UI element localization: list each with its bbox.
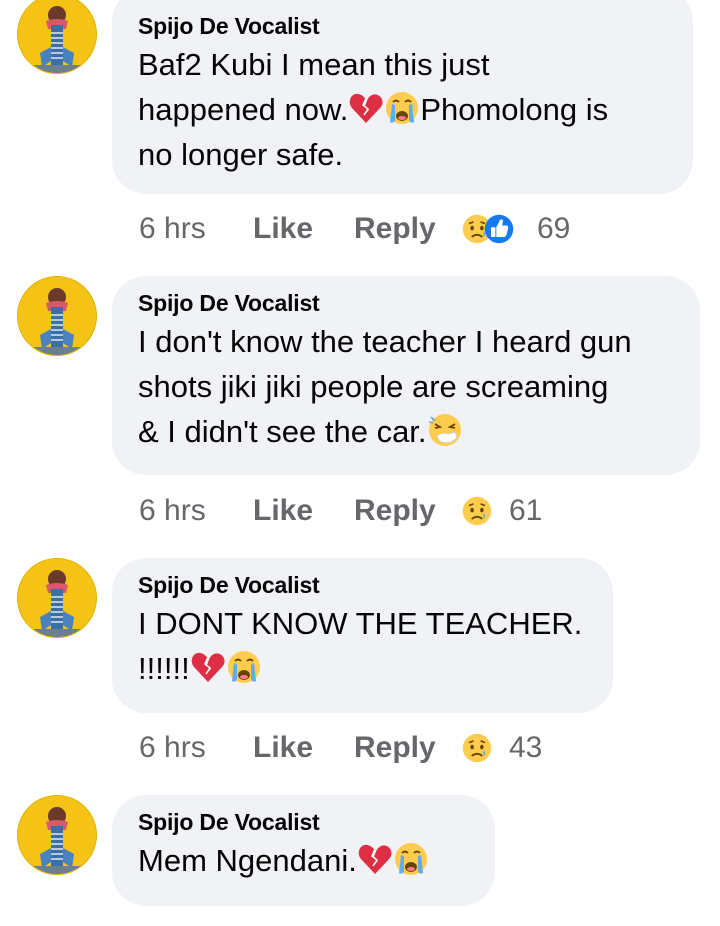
comment-author[interactable]: Spijo De Vocalist	[138, 808, 469, 836]
comment-text-line: Phomolong is	[420, 92, 609, 127]
comment-text-line: Baf2 Kubi I mean this just	[138, 47, 490, 82]
avatar-image	[18, 277, 96, 355]
comment-author[interactable]: Spijo De Vocalist	[138, 289, 674, 317]
sad-face-icon	[461, 732, 493, 764]
avatar-image	[18, 796, 96, 874]
comment-text: Mem Ngendani.	[138, 838, 469, 883]
sad-face-icon	[461, 495, 493, 527]
avatar[interactable]	[17, 0, 97, 74]
crying-face-icon	[393, 841, 429, 877]
comment-text-line: & I didn't see the car.	[138, 414, 427, 449]
sneezing-face-icon	[427, 412, 463, 448]
comment-text: I don't know the teacher I heard gun sho…	[138, 319, 674, 454]
reply-button[interactable]: Reply	[354, 491, 436, 531]
avatar-image	[18, 0, 96, 73]
comment-text-line: no longer safe.	[138, 137, 344, 172]
comment-timestamp[interactable]: 6 hrs	[139, 728, 206, 768]
comment-text: Baf2 Kubi I mean this just happened now.…	[138, 42, 667, 177]
reaction-count: 69	[537, 212, 571, 245]
comment-bubble: Spijo De Vocalist I don't know the teach…	[112, 276, 700, 475]
like-button[interactable]: Like	[253, 728, 313, 768]
comment-text-line: Mem Ngendani.	[138, 843, 357, 878]
reply-button[interactable]: Reply	[354, 209, 436, 249]
comment-text-line: I don't know the teacher I heard gun	[138, 324, 632, 359]
comment-text-line: I DONT KNOW THE TEACHER.	[138, 606, 583, 641]
reaction-summary[interactable]: 69	[459, 212, 579, 247]
like-button[interactable]: Like	[253, 491, 313, 531]
broken-heart-icon	[190, 649, 226, 685]
comment-timestamp[interactable]: 6 hrs	[139, 491, 206, 531]
avatar-image	[18, 559, 96, 637]
avatar[interactable]	[17, 558, 97, 638]
avatar[interactable]	[17, 276, 97, 356]
comment-bubble: Spijo De Vocalist Baf2 Kubi I mean this …	[112, 0, 693, 194]
comment-timestamp[interactable]: 6 hrs	[139, 209, 206, 249]
comment-author[interactable]: Spijo De Vocalist	[138, 571, 587, 599]
crying-face-icon	[226, 649, 262, 685]
comment-author[interactable]: Spijo De Vocalist	[138, 12, 667, 40]
crying-face-icon	[384, 90, 420, 126]
comment-text-line: !!!!!!	[138, 651, 190, 686]
reaction-summary[interactable]: 61	[459, 494, 559, 529]
avatar[interactable]	[17, 795, 97, 875]
comment-bubble: Spijo De Vocalist I DONT KNOW THE TEACHE…	[112, 558, 613, 713]
comment-bubble: Spijo De Vocalist Mem Ngendani.	[112, 795, 495, 906]
like-button[interactable]: Like	[253, 209, 313, 249]
reply-button[interactable]: Reply	[354, 728, 436, 768]
comment-text-line: shots jiki jiki people are screaming	[138, 369, 609, 404]
broken-heart-icon	[348, 90, 384, 126]
comment-text-line: happened now.	[138, 92, 349, 127]
reaction-summary[interactable]: 43	[459, 731, 559, 766]
broken-heart-icon	[357, 841, 393, 877]
comment-text: I DONT KNOW THE TEACHER. !!!!!!	[138, 601, 587, 691]
thumbs-up-icon	[483, 213, 515, 245]
reaction-count: 61	[509, 494, 543, 527]
reaction-count: 43	[509, 731, 543, 764]
